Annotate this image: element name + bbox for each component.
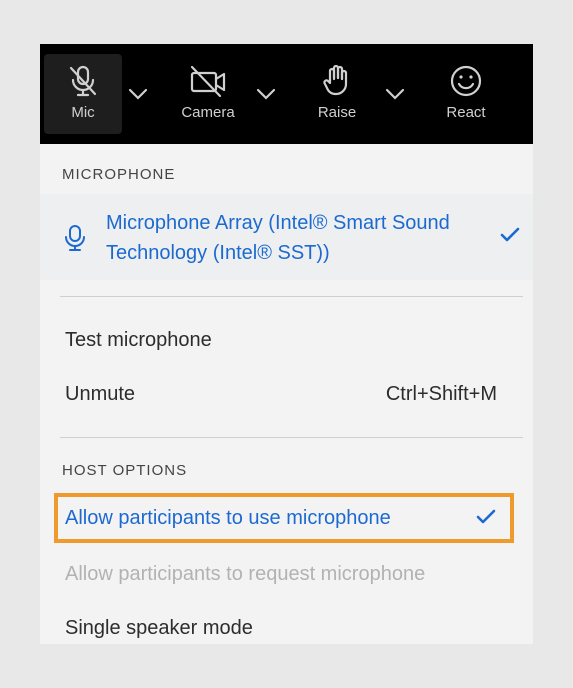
allow-request-microphone-item: Allow participants to request microphone: [65, 563, 426, 585]
test-microphone-item[interactable]: Test microphone: [65, 329, 212, 352]
device-name: Microphone Array (Intel® Smart Sound Tec…: [106, 212, 450, 264]
divider: [60, 437, 523, 438]
react-button[interactable]: React: [431, 54, 501, 134]
microphone-menu: MICROPHONE Microphone Array (Intel® Smar…: [40, 144, 533, 644]
divider: [60, 296, 523, 297]
camera-options-chevron-down-icon[interactable]: [256, 84, 276, 104]
mic-options-chevron-down-icon[interactable]: [128, 84, 148, 104]
single-speaker-mode-item[interactable]: Single speaker mode: [65, 617, 253, 640]
page: Mic Camera Raise React MICROPHONE Microp…: [0, 0, 573, 688]
device-option-selected[interactable]: Microphone Array (Intel® Smart Sound Tec…: [40, 194, 533, 280]
microphone-icon: [64, 224, 86, 257]
camera-off-icon: [188, 64, 228, 98]
raise-options-chevron-down-icon[interactable]: [385, 84, 405, 104]
camera-label: Camera: [181, 104, 235, 121]
unmute-shortcut: Ctrl+Shift+M: [385, 383, 497, 405]
raise-hand-icon: [320, 64, 354, 98]
unmute-item[interactable]: Unmute: [65, 383, 135, 406]
checkmark-icon: [500, 227, 520, 248]
camera-button[interactable]: Camera: [173, 54, 243, 134]
smiley-icon: [449, 64, 483, 98]
allow-use-microphone-item[interactable]: Allow participants to use microphone: [65, 507, 391, 530]
raise-button[interactable]: Raise: [302, 54, 372, 134]
microphone-section-title: MICROPHONE: [62, 166, 176, 183]
host-options-section-title: HOST OPTIONS: [62, 462, 188, 479]
mic-label: Mic: [71, 104, 95, 121]
meeting-toolbar: Mic Camera Raise React: [40, 44, 533, 144]
checkmark-icon: [476, 509, 496, 530]
react-label: React: [446, 104, 486, 121]
mic-button[interactable]: Mic: [44, 54, 122, 134]
mic-muted-icon: [66, 64, 100, 98]
raise-label: Raise: [317, 104, 357, 121]
